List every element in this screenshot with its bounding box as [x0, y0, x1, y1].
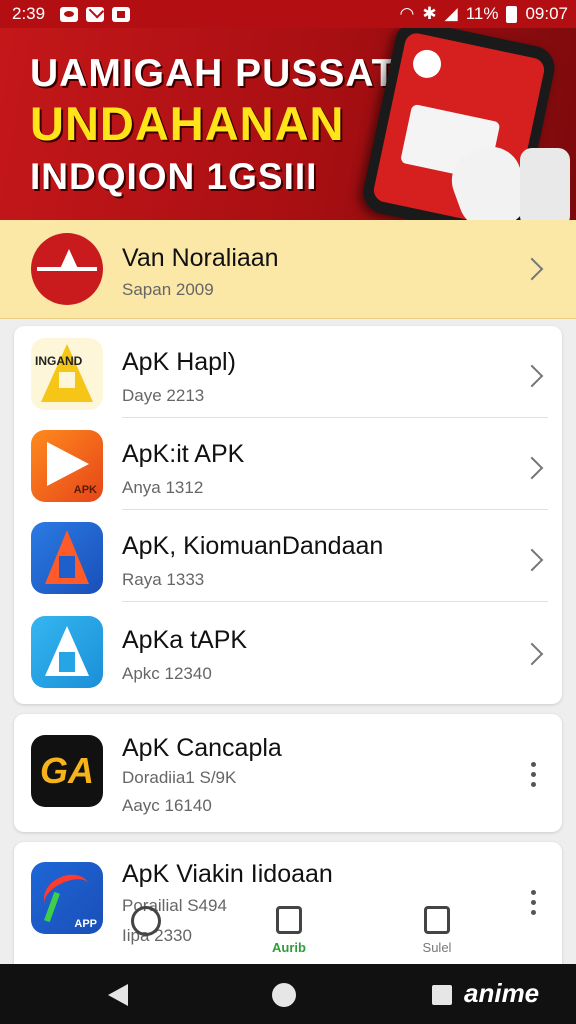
- chevron-right-icon: [520, 364, 544, 388]
- status-clock: 09:07: [525, 4, 568, 23]
- list-item[interactable]: APK ApK:it APK Anya 1312: [14, 418, 562, 510]
- app-subtitle: Anya 1312: [122, 478, 204, 497]
- promo-banner[interactable]: UAMIGAH PUSSAT UNDAHANAN INDQION 1GSIII: [0, 28, 576, 220]
- banner-line-1: UAMIGAH PUSSAT: [30, 52, 397, 95]
- download-box-icon: [276, 906, 302, 934]
- chevron-right-icon: [520, 548, 544, 572]
- chevron-right-icon: [520, 642, 544, 666]
- chevron-right-icon: [520, 257, 544, 281]
- battery-icon: [506, 5, 518, 23]
- list-item[interactable]: ApKa tAPK Apkc 12340: [14, 602, 562, 694]
- tab-saved[interactable]: Sulel: [410, 906, 464, 955]
- app-red-swoosh-icon: APP: [31, 862, 103, 934]
- app-title: ApK Cancapla: [122, 734, 282, 762]
- app-list-card: INGAND ApK Hapl) Daye 2213 APK ApK:it AP…: [14, 326, 562, 704]
- featured-app-icon: [31, 233, 103, 305]
- app-title: ApK Hapl): [122, 348, 236, 376]
- app-title: ApK:it APK: [122, 440, 245, 468]
- more-options-icon[interactable]: [531, 762, 536, 792]
- home-icon[interactable]: [272, 983, 296, 1007]
- app-notification-icon: [112, 6, 130, 22]
- apk-a-blue-icon: [31, 522, 103, 594]
- app-subtitle: Daye 2213: [122, 386, 205, 405]
- battery-percent: 11%: [465, 4, 499, 23]
- app-subtitle: Apkc 12340: [122, 664, 212, 683]
- app-list-card: GA ApK Cancapla Doradiia1 S/9K Aayc 1614…: [14, 714, 562, 832]
- tab-apps[interactable]: Aurib: [262, 906, 316, 955]
- message-notification-icon: [60, 6, 78, 22]
- status-bar: 2:39 ◠ ✱ ◢ 11% 09:07: [0, 0, 576, 28]
- compass-icon: [131, 906, 161, 936]
- square-icon: [424, 906, 450, 934]
- recent-apps-icon[interactable]: [432, 985, 452, 1005]
- signal-icon: ◢: [444, 4, 458, 23]
- status-time: 2:39: [12, 4, 46, 23]
- wifi-icon: ◠: [399, 4, 415, 23]
- back-icon[interactable]: [108, 984, 128, 1006]
- apk-a-yellow-icon: INGAND: [31, 338, 103, 410]
- app-title: ApKa tAPK: [122, 626, 248, 654]
- more-options-icon[interactable]: [531, 890, 536, 920]
- bluetooth-icon: ✱: [422, 4, 437, 23]
- tab-home[interactable]: [126, 906, 166, 936]
- banner-line-2: UNDAHANAN: [30, 97, 345, 150]
- ga-app-icon: GA: [31, 735, 103, 807]
- app-title: ApK Viakin Iidoaan: [122, 860, 333, 888]
- chevron-right-icon: [520, 456, 544, 480]
- list-item[interactable]: INGAND ApK Hapl) Daye 2213: [14, 326, 562, 418]
- app-meta: Aayc 16140: [122, 796, 212, 815]
- apk-play-orange-icon: APK: [31, 430, 103, 502]
- apk-a-lightblue-icon: [31, 616, 103, 688]
- app-subtitle: Doradiia1 S/9K: [122, 768, 237, 787]
- banner-line-3: INDQION 1GSIII: [30, 156, 318, 197]
- featured-app-subtitle: Sapan 2009: [122, 280, 214, 299]
- featured-app-row[interactable]: Van Noraliaan Sapan 2009: [0, 220, 576, 319]
- mail-notification-icon: [86, 6, 104, 22]
- list-item[interactable]: GA ApK Cancapla Doradiia1 S/9K Aayc 1614…: [14, 714, 562, 832]
- app-subtitle: Raya 1333: [122, 570, 205, 589]
- featured-app-title: Van Noraliaan: [122, 244, 279, 272]
- app-title: ApK, KiomuanDandaan: [122, 532, 384, 560]
- watermark-logo: anime: [464, 978, 540, 1008]
- list-item[interactable]: ApK, KiomuanDandaan Raya 1333: [14, 510, 562, 602]
- banner-device-image: [520, 148, 570, 220]
- system-navigation-bar: anime: [0, 964, 576, 1024]
